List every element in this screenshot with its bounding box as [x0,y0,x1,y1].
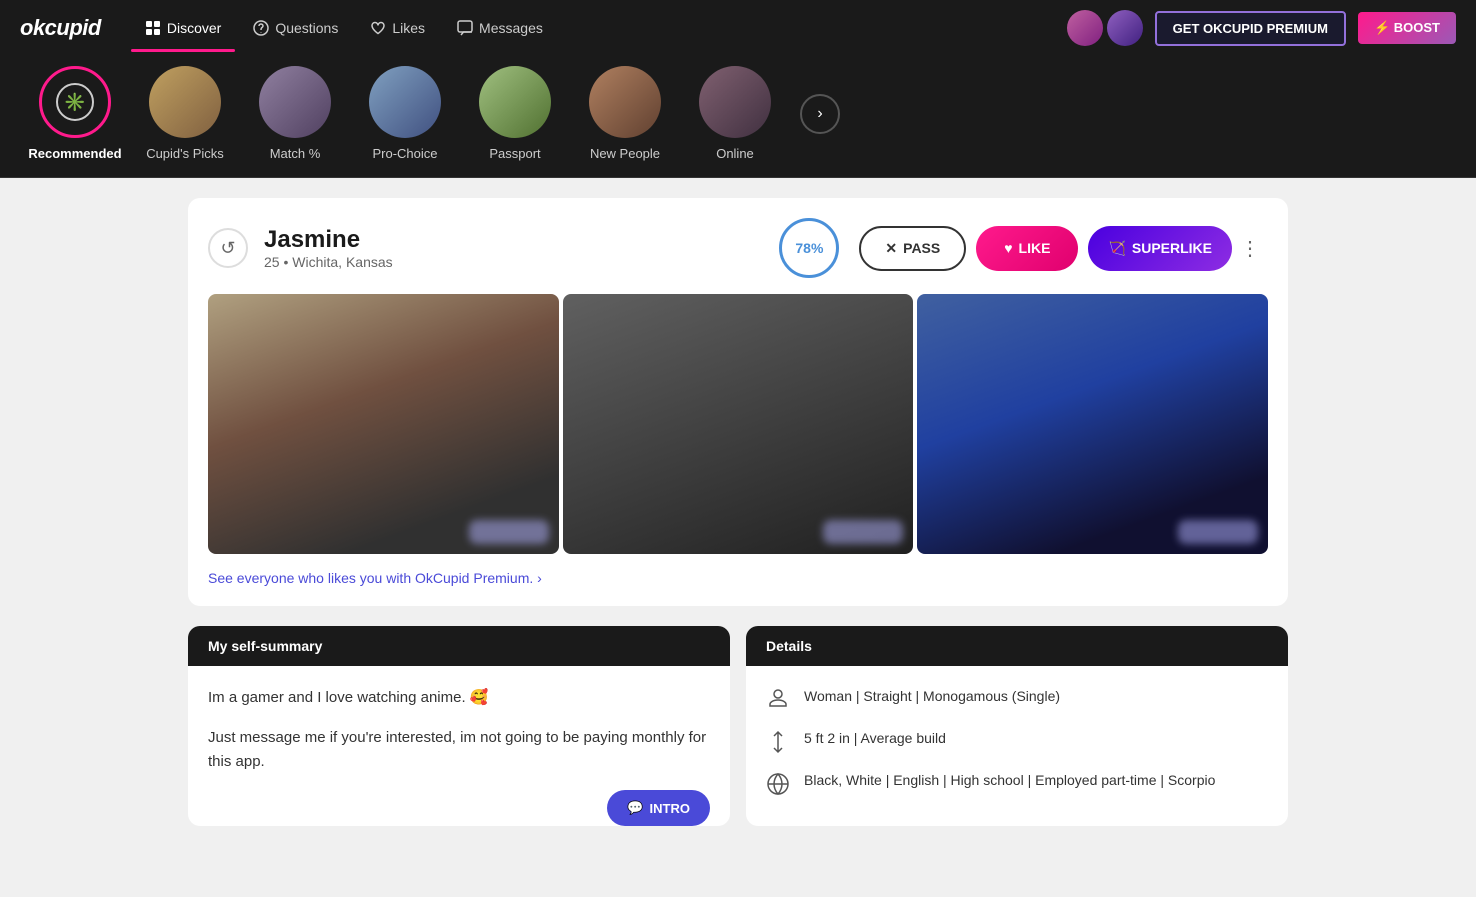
superlike-button[interactable]: 🏹 SUPERLIKE [1088,226,1232,271]
profile-card: ↺ Jasmine 25 • Wichita, Kansas 78% ✕ PAS… [188,198,1288,606]
intro-button[interactable]: 💬 INTRO [607,790,710,826]
avatar-1[interactable] [1067,10,1103,46]
height-icon [766,730,790,754]
nav-messages[interactable]: Messages [443,12,557,44]
intro-label: INTRO [650,801,690,816]
self-summary-header: My self-summary [188,626,730,666]
pass-button[interactable]: ✕ PASS [859,226,966,271]
profile-meta: 25 • Wichita, Kansas [264,254,763,270]
category-cupids-label: Cupid's Picks [146,146,224,161]
grid-icon [145,20,161,36]
match-icon [259,66,331,138]
nav-likes[interactable]: Likes [356,12,439,44]
category-recommended[interactable]: ✳️ Recommended [20,66,130,161]
superlike-icon: 🏹 [1108,240,1125,257]
detail-background-text: Black, White | English | High school | E… [804,770,1215,791]
header-right: GET OKCUPID PREMIUM ⚡ BOOST [1067,10,1456,46]
photo-2-blur [823,520,903,544]
passport-icon [479,66,551,138]
cupids-picks-icon [149,66,221,138]
category-next-button[interactable]: › [800,94,840,134]
photo-2-image [563,294,914,554]
nav-likes-label: Likes [392,20,425,36]
detail-height: 5 ft 2 in | Average build [766,728,1268,754]
main-nav: Discover Questions Likes Messages [131,12,557,44]
pro-choice-icon [369,66,441,138]
details-card: Details Woman | Straight | Monogamous (S… [746,626,1288,826]
new-people-icon [589,66,661,138]
detail-gender-text: Woman | Straight | Monogamous (Single) [804,686,1060,707]
heart-filled-icon: ♥ [1004,240,1012,256]
globe-icon [766,772,790,796]
logo: okcupid [20,15,101,41]
profile-info: Jasmine 25 • Wichita, Kansas [248,226,779,270]
sunburst-icon: ✳️ [56,83,94,121]
self-summary-text: Im a gamer and I love watching anime. 🥰 … [208,686,710,774]
premium-link[interactable]: See everyone who likes you with OkCupid … [208,570,1268,586]
category-recommended-label: Recommended [28,146,121,161]
chat-bubble-icon: 💬 [627,800,643,816]
detail-background: Black, White | English | High school | E… [766,770,1268,796]
question-icon [253,20,269,36]
nav-questions-label: Questions [275,20,338,36]
person-icon [766,688,790,712]
profile-header: ↺ Jasmine 25 • Wichita, Kansas 78% ✕ PAS… [208,218,1268,278]
chat-icon [457,20,473,36]
recommended-icon: ✳️ [39,66,111,138]
photos-grid [208,294,1268,554]
nav-messages-label: Messages [479,20,543,36]
category-passport[interactable]: Passport [460,66,570,161]
photo-1-image [208,294,559,554]
details-header: Details [746,626,1288,666]
category-pro-choice[interactable]: Pro-Choice [350,66,460,161]
boost-button[interactable]: ⚡ BOOST [1358,12,1456,44]
self-summary-card: My self-summary Im a gamer and I love wa… [188,626,730,826]
more-options-button[interactable]: ⋮ [1232,230,1268,266]
category-match-label: Match % [270,146,321,161]
summary-line-1: Im a gamer and I love watching anime. 🥰 [208,686,710,710]
nav-discover-label: Discover [167,20,221,36]
profile-name: Jasmine [264,226,763,254]
category-online-label: Online [716,146,754,161]
avatar-stack [1067,10,1143,46]
photo-3[interactable] [917,294,1268,554]
photo-3-blur [1178,520,1258,544]
heart-icon [370,20,386,36]
details-body: Woman | Straight | Monogamous (Single) 5… [746,666,1288,816]
category-online[interactable]: Online [680,66,790,161]
action-buttons: ✕ PASS ♥ LIKE 🏹 SUPERLIKE [859,226,1232,271]
photo-2[interactable] [563,294,914,554]
detail-height-text: 5 ft 2 in | Average build [804,728,946,749]
match-percentage: 78% [779,218,839,278]
detail-gender: Woman | Straight | Monogamous (Single) [766,686,1268,712]
category-pro-choice-label: Pro-Choice [372,146,437,161]
pass-label: PASS [903,240,940,256]
category-match[interactable]: Match % [240,66,350,161]
undo-button[interactable]: ↺ [208,228,248,268]
summary-line-2: Just message me if you're interested, im… [208,726,710,774]
profile-sections: My self-summary Im a gamer and I love wa… [188,626,1288,826]
category-passport-label: Passport [489,146,540,161]
category-new-people-label: New People [590,146,660,161]
like-button[interactable]: ♥ LIKE [976,226,1078,271]
online-icon [699,66,771,138]
photo-3-image [917,294,1268,554]
superlike-label: SUPERLIKE [1132,240,1212,256]
category-cupids-picks[interactable]: Cupid's Picks [130,66,240,161]
header: okcupid Discover Questions Likes [0,0,1476,56]
main-content: ↺ Jasmine 25 • Wichita, Kansas 78% ✕ PAS… [168,198,1308,826]
like-label: LIKE [1019,240,1051,256]
category-nav: ✳️ Recommended Cupid's Picks Match % Pro… [0,56,1476,178]
details-list: Woman | Straight | Monogamous (Single) 5… [766,686,1268,796]
nav-questions[interactable]: Questions [239,12,352,44]
category-new-people[interactable]: New People [570,66,680,161]
premium-button[interactable]: GET OKCUPID PREMIUM [1155,11,1346,46]
pass-x-icon: ✕ [885,240,897,257]
avatar-2[interactable] [1107,10,1143,46]
nav-discover[interactable]: Discover [131,12,235,44]
self-summary-body: Im a gamer and I love watching anime. 🥰 … [188,666,730,794]
photo-1[interactable] [208,294,559,554]
photo-1-blur [469,520,549,544]
